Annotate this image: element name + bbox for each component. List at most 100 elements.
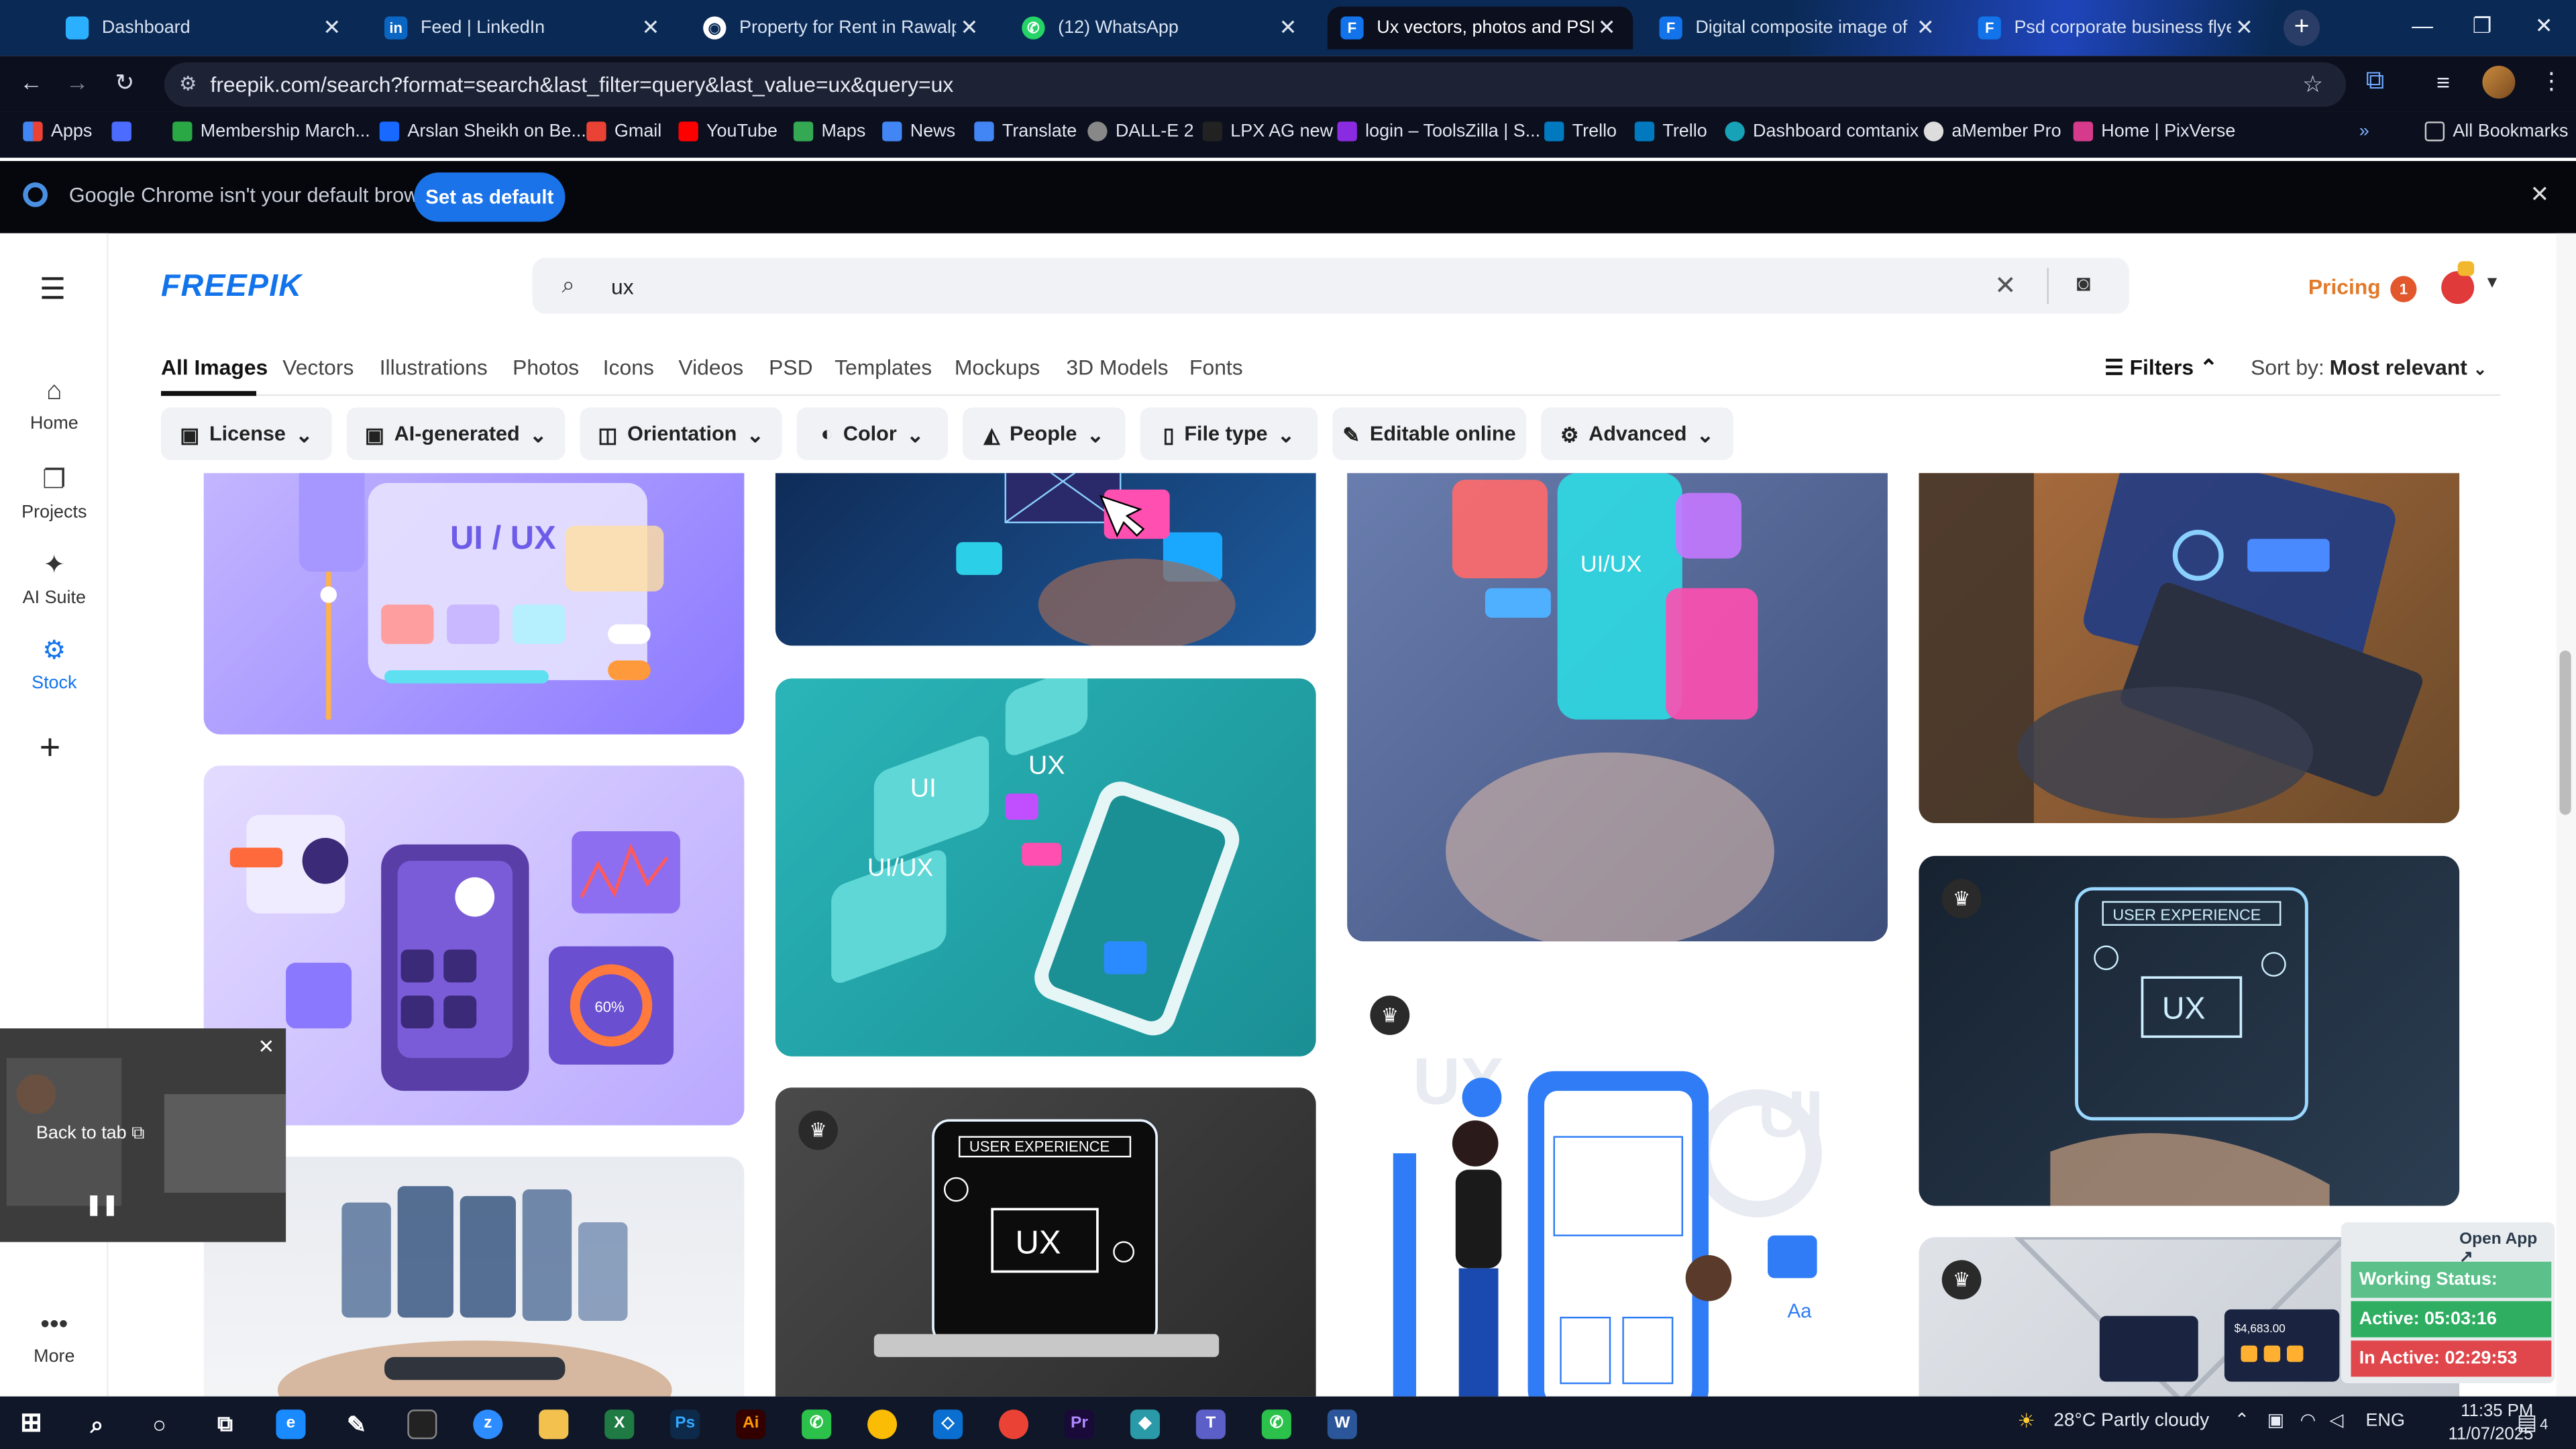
tab-icons[interactable]: Icons [603, 355, 654, 380]
task-view-icon[interactable]: ⧉ [210, 1409, 239, 1439]
set-as-default-button[interactable]: Set as default [414, 172, 566, 222]
filter-editable-online[interactable]: ✎ Editable online [1332, 407, 1527, 460]
tab-property[interactable]: ◉ Property for Rent in Rawalpindi ✕ [690, 7, 996, 50]
close-icon[interactable]: ✕ [2231, 15, 2257, 41]
terminal-icon[interactable] [407, 1409, 437, 1440]
sidebar-item-projects[interactable]: ❐ Projects [0, 464, 109, 523]
close-icon[interactable]: ✕ [1913, 15, 1939, 41]
pip-close-icon[interactable]: ✕ [258, 1035, 274, 1058]
tab-whatsapp[interactable]: ✆ (12) WhatsApp ✕ [1009, 7, 1315, 50]
cortana-icon[interactable]: ○ [145, 1409, 174, 1439]
file-explorer-icon[interactable] [539, 1409, 569, 1440]
extensions-icon[interactable]: ⧉ [2366, 67, 2385, 97]
site-info-icon[interactable]: ⚙ [179, 62, 197, 107]
freepik-logo[interactable]: FREEPIK [161, 270, 302, 306]
camera-search-icon[interactable]: ◙ [2077, 270, 2091, 296]
tab-vectors[interactable]: Vectors [282, 355, 354, 380]
bookmark-maps[interactable]: Maps [793, 121, 865, 142]
reload-icon[interactable]: ↻ [115, 69, 134, 97]
bookmark-news[interactable]: News [882, 121, 955, 142]
vscode-icon[interactable]: ◇ [933, 1409, 963, 1440]
image-card-ui-ux-tiles-phone[interactable]: UI UX UI/UX [775, 678, 1316, 1057]
tab-freepik-composite[interactable]: F Digital composite image of gra... ✕ [1646, 7, 1952, 50]
image-card-user-experience-tablet[interactable]: USER EXPERIENCE UX ♛ [775, 1087, 1316, 1397]
minimize-icon[interactable]: — [2412, 13, 2433, 38]
back-to-tab-button[interactable]: Back to tab ⧉ [36, 1124, 145, 1145]
restore-icon[interactable]: ❐ [2473, 13, 2492, 40]
add-icon[interactable]: + [40, 726, 60, 769]
close-icon[interactable]: ✕ [956, 15, 982, 41]
image-card-user-experience-glow[interactable]: USER EXPERIENCE UX ♛ [1919, 855, 2460, 1206]
tab-fonts[interactable]: Fonts [1189, 355, 1243, 380]
image-card-ui-ux-purple[interactable]: UI / UX [203, 473, 745, 735]
close-window-icon[interactable]: ✕ [2535, 13, 2553, 40]
premiere-icon[interactable]: Pr [1064, 1409, 1095, 1440]
bookmark-dalle[interactable]: DALL-E 2 [1087, 121, 1194, 142]
bookmark-membership[interactable]: Membership March... [172, 121, 370, 142]
bookmark-trello-2[interactable]: Trello [1634, 121, 1707, 142]
filters-toggle[interactable]: ☰ Filters ⌃ [2104, 355, 2218, 381]
pricing-link[interactable]: Pricing [2308, 274, 2381, 299]
address-bar[interactable]: ⚙ freepik.com/search?format=search&last_… [164, 62, 2347, 107]
bookmark-pixverse[interactable]: Home | PixVerse [2073, 121, 2235, 142]
sidebar-item-stock[interactable]: ⚙ Stock [0, 634, 109, 693]
pause-icon[interactable]: ❚❚ [85, 1193, 118, 1216]
image-card-hands-phone-ui-ux[interactable]: UI/UX [1347, 473, 1888, 942]
filter-file-type[interactable]: ▯ File type ⌄ [1140, 407, 1318, 460]
bookmark-amember[interactable]: aMember Pro [1923, 121, 2061, 142]
bookmark-youtube[interactable]: YouTube [678, 121, 777, 142]
chrome-icon[interactable] [867, 1409, 898, 1440]
notification-badge[interactable]: 1 [2390, 276, 2417, 303]
bookmark-translate[interactable]: Translate [974, 121, 1077, 142]
sidebar-item-home[interactable]: ⌂ Home [0, 378, 109, 433]
clear-search-icon[interactable]: ✕ [1994, 270, 2017, 303]
image-card-laptop-hologram[interactable] [1919, 473, 2460, 823]
filter-license[interactable]: ▣ License ⌄ [161, 407, 332, 460]
teams-icon[interactable]: T [1195, 1409, 1226, 1440]
tab-templates[interactable]: Templates [835, 355, 932, 380]
windows-start-icon[interactable]: ⊞ [16, 1409, 46, 1439]
tab-freepik-ux[interactable]: F Ux vectors, photos and PSD files ✕ [1327, 6, 1633, 50]
profile-avatar[interactable] [2482, 65, 2516, 99]
zoom-icon[interactable]: z [473, 1409, 503, 1440]
hamburger-menu-icon[interactable]: ☰ [40, 273, 66, 307]
edge-icon[interactable]: e [276, 1409, 306, 1440]
close-icon[interactable]: ✕ [1275, 15, 1301, 41]
scrollbar-thumb[interactable] [2559, 650, 2571, 815]
search-input[interactable]: ux [611, 274, 634, 299]
tab-all-images[interactable]: All Images [161, 355, 268, 380]
volume-icon[interactable]: ◁ [2330, 1409, 2344, 1431]
close-icon[interactable]: ✕ [319, 15, 345, 41]
close-icon[interactable]: ✕ [637, 15, 663, 41]
sidebar-item-more[interactable]: ••• More [0, 1311, 109, 1366]
bookmark-trello-1[interactable]: Trello [1544, 121, 1617, 142]
tab-dashboard[interactable]: Dashboard ✕ [52, 7, 358, 50]
back-icon[interactable]: ← [19, 69, 42, 95]
search-icon[interactable]: ⌕ [82, 1409, 111, 1439]
tab-mockups[interactable]: Mockups [955, 355, 1040, 380]
wifi-icon[interactable]: ◠ [2300, 1409, 2316, 1431]
bookmarks-overflow-icon[interactable]: » [2359, 121, 2369, 141]
bookmark-apps[interactable]: Apps [23, 121, 92, 142]
pen-icon[interactable]: ✎ [341, 1409, 371, 1439]
chevron-down-icon[interactable]: ▼ [2484, 274, 2500, 292]
excel-icon[interactable]: X [604, 1409, 635, 1440]
close-icon[interactable]: ✕ [1594, 15, 1620, 41]
sidebar-item-ai-suite[interactable]: ✦ AI Suite [0, 549, 109, 608]
infobar-close-icon[interactable]: ✕ [2530, 180, 2549, 209]
notification-center-icon[interactable]: ▤ [2517, 1409, 2537, 1436]
illustrator-icon[interactable]: Ai [736, 1409, 766, 1440]
bookmark-star-icon[interactable]: ☆ [2302, 62, 2323, 107]
bookmark-toolszilla[interactable]: login – ToolsZilla | S... [1337, 121, 1540, 142]
tab-illustrations[interactable]: Illustrations [380, 355, 488, 380]
tab-3d-models[interactable]: 3D Models [1066, 355, 1168, 380]
bookmark-comtanix[interactable]: Dashboard comtanix [1725, 121, 1919, 142]
network-icon[interactable]: ▣ [2267, 1409, 2284, 1431]
filter-orientation[interactable]: ◫ Orientation ⌄ [580, 407, 782, 460]
sort-dropdown[interactable]: Most relevant ⌄ [2330, 355, 2487, 380]
search-bar[interactable]: ⌕ ux ✕ ◙ [532, 258, 2129, 314]
new-tab-button[interactable]: + [2284, 9, 2320, 46]
all-bookmarks[interactable]: All Bookmarks [2424, 121, 2568, 142]
filter-advanced[interactable]: ⚙ Advanced ⌄ [1541, 407, 1733, 460]
bookmark-grid[interactable] [111, 121, 140, 142]
